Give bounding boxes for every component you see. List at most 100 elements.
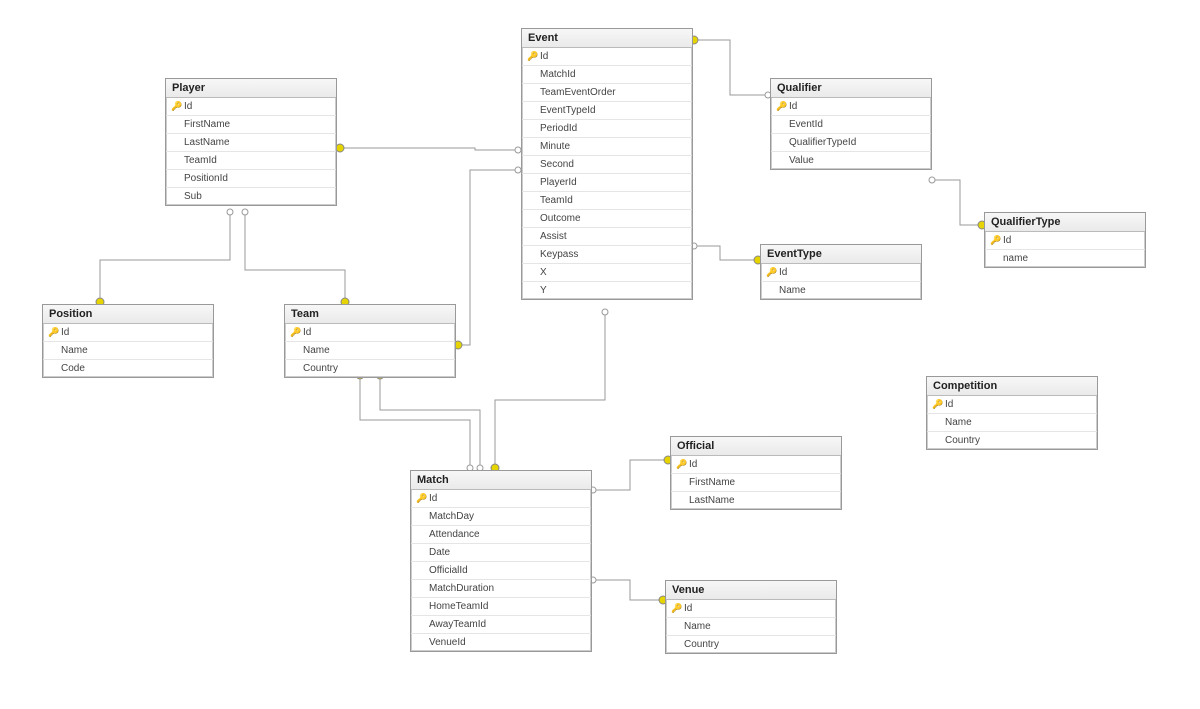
entity-title: Venue (666, 581, 836, 600)
column-row[interactable]: Keypass (522, 246, 692, 264)
column-row[interactable]: EventTypeId (522, 102, 692, 120)
column-row[interactable]: Date (411, 544, 591, 562)
column-row[interactable]: Sub (166, 188, 336, 205)
column-row[interactable]: X (522, 264, 692, 282)
column-row[interactable]: 🔑Id (166, 98, 336, 116)
entity-eventtype[interactable]: EventType🔑IdName (760, 244, 922, 300)
entity-match[interactable]: Match🔑Id MatchDay Attendance Date OfficialId… (410, 470, 592, 652)
column-row[interactable]: Value (771, 152, 931, 169)
column-row[interactable]: LastName (671, 492, 841, 509)
column-name: Id (684, 603, 692, 614)
column-name: TeamId (540, 195, 573, 206)
column-row[interactable]: QualifierTypeId (771, 134, 931, 152)
entity-team[interactable]: Team🔑IdNameCountry (284, 304, 456, 378)
entity-qualifier[interactable]: Qualifier🔑Id EventId QualifierTypeId Value (770, 78, 932, 170)
entity-position[interactable]: Position🔑IdNameCode (42, 304, 214, 378)
column-row[interactable]: Second (522, 156, 692, 174)
column-row[interactable]: 🔑Id (927, 396, 1097, 414)
column-row[interactable]: Y (522, 282, 692, 299)
column-name: Name (684, 621, 711, 632)
primary-key-icon: 🔑 (931, 399, 945, 410)
column-row[interactable]: TeamId (522, 192, 692, 210)
column-name: FirstName (184, 119, 230, 130)
column-name: Country (303, 363, 338, 374)
column-row[interactable]: 🔑Id (522, 48, 692, 66)
column-name: EventId (789, 119, 823, 130)
column-row[interactable]: PositionId (166, 170, 336, 188)
column-name: Keypass (540, 249, 578, 260)
column-row[interactable]: 🔑Id (761, 264, 921, 282)
column-row[interactable]: 🔑Id (43, 324, 213, 342)
column-name: MatchId (540, 69, 576, 80)
entity-title: Competition (927, 377, 1097, 396)
column-row[interactable]: Country (927, 432, 1097, 449)
column-row[interactable]: name (985, 250, 1145, 267)
column-row[interactable]: Assist (522, 228, 692, 246)
column-name: Value (789, 155, 814, 166)
column-name: PlayerId (540, 177, 577, 188)
primary-key-icon: 🔑 (775, 101, 789, 112)
column-row[interactable]: MatchDay (411, 508, 591, 526)
column-name: Id (779, 267, 787, 278)
column-name: Id (429, 493, 437, 504)
column-name: Name (61, 345, 88, 356)
column-row[interactable]: 🔑Id (666, 600, 836, 618)
column-row[interactable]: VenueId (411, 634, 591, 651)
entity-title: Event (522, 29, 692, 48)
column-name: Id (184, 101, 192, 112)
column-row[interactable]: Name (761, 282, 921, 299)
column-row[interactable]: AwayTeamId (411, 616, 591, 634)
column-row[interactable]: FirstName (671, 474, 841, 492)
entity-official[interactable]: Official🔑IdFirstNameLastName (670, 436, 842, 510)
column-name: Id (61, 327, 69, 338)
column-row[interactable]: Outcome (522, 210, 692, 228)
column-row[interactable]: 🔑Id (285, 324, 455, 342)
entity-title: Match (411, 471, 591, 490)
column-row[interactable]: 🔑Id (985, 232, 1145, 250)
column-row[interactable]: Minute (522, 138, 692, 156)
column-name: OfficialId (429, 565, 468, 576)
column-row[interactable]: 🔑Id (671, 456, 841, 474)
column-name: Attendance (429, 529, 480, 540)
column-name: Code (61, 363, 85, 374)
column-name: TeamId (184, 155, 217, 166)
column-name: FirstName (689, 477, 735, 488)
column-row[interactable]: Name (666, 618, 836, 636)
column-name: Id (303, 327, 311, 338)
column-name: Minute (540, 141, 570, 152)
column-row[interactable]: 🔑Id (771, 98, 931, 116)
column-row[interactable]: TeamEventOrder (522, 84, 692, 102)
column-row[interactable]: HomeTeamId (411, 598, 591, 616)
column-row[interactable]: EventId (771, 116, 931, 134)
column-row[interactable]: Attendance (411, 526, 591, 544)
column-row[interactable]: PeriodId (522, 120, 692, 138)
column-row[interactable]: MatchDuration (411, 580, 591, 598)
column-name: Y (540, 285, 547, 296)
column-name: Name (303, 345, 330, 356)
entity-title: Qualifier (771, 79, 931, 98)
column-row[interactable]: Name (927, 414, 1097, 432)
primary-key-icon: 🔑 (289, 327, 303, 338)
entity-venue[interactable]: Venue🔑Id Name Country (665, 580, 837, 654)
column-row[interactable]: Name (285, 342, 455, 360)
column-name: Country (945, 435, 980, 446)
entity-player[interactable]: Player🔑IdFirstNameLastNameTeamIdPosition… (165, 78, 337, 206)
column-name: name (1003, 253, 1028, 264)
entity-event[interactable]: Event🔑Id MatchId TeamEventOrderEventTypeId… (521, 28, 693, 300)
column-name: MatchDay (429, 511, 474, 522)
column-row[interactable]: 🔑Id (411, 490, 591, 508)
column-row[interactable]: FirstName (166, 116, 336, 134)
column-row[interactable]: Country (285, 360, 455, 377)
column-name: PositionId (184, 173, 228, 184)
column-row[interactable]: Code (43, 360, 213, 377)
column-row[interactable]: Country (666, 636, 836, 653)
column-row[interactable]: OfficialId (411, 562, 591, 580)
column-row[interactable]: TeamId (166, 152, 336, 170)
column-row[interactable]: LastName (166, 134, 336, 152)
entity-qualifiertype[interactable]: QualifierType🔑Idname (984, 212, 1146, 268)
column-row[interactable]: Name (43, 342, 213, 360)
entity-competition[interactable]: Competition🔑IdName Country (926, 376, 1098, 450)
column-name: Id (1003, 235, 1011, 246)
column-row[interactable]: PlayerId (522, 174, 692, 192)
column-row[interactable]: MatchId (522, 66, 692, 84)
